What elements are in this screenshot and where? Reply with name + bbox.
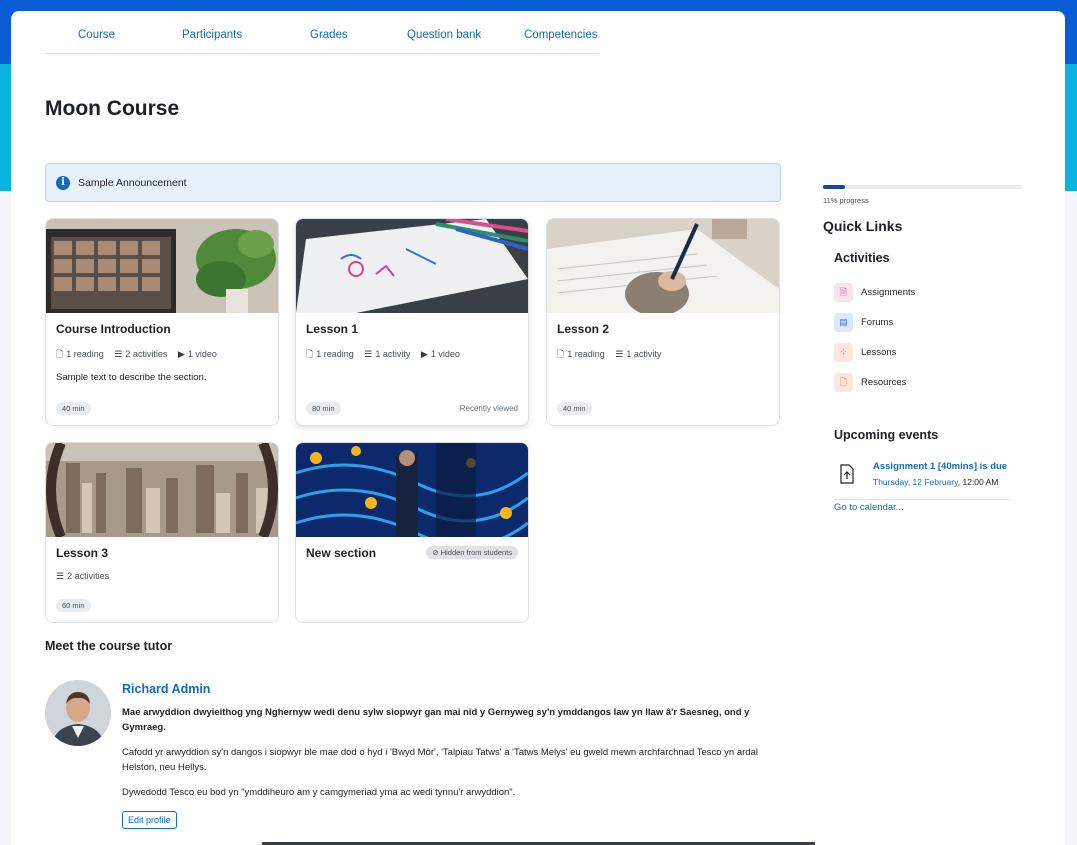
drawing-tablet-image [296,219,528,313]
event-date: Thursday, 12 February, 12:00 AM [873,477,999,487]
nav-participants[interactable]: Participants [182,29,242,41]
recently-viewed-label: Recently viewed [459,404,518,413]
city-aerial-image [46,443,278,537]
nav-question-bank[interactable]: Question bank [407,29,481,41]
resource-icon: 🗋 [834,373,853,392]
info-icon: i [56,176,70,190]
divider [834,499,1011,500]
duration-badge: 80 min [306,402,341,415]
announcement-banner: i Sample Announcement [45,163,781,202]
card-description: Sample text to describe the section. [56,372,207,383]
activities-title: Activities [834,251,890,265]
tutor-heading: Meet the course tutor [45,639,173,653]
lesson-icon: ⁘ [834,343,853,362]
video-icon: ▶ [420,349,428,359]
tutor-bio-paragraph-1: Cafodd yr arwyddion sy'n dangos i siopwy… [122,747,758,773]
assignment-icon: 🗎 [834,283,853,302]
course-progress-fill [823,185,845,189]
duration-badge: 40 min [56,402,91,415]
video-call-image [46,219,278,313]
avatar [45,680,111,746]
secondary-navigation: Course Participants Grades Question bank… [45,11,599,54]
go-to-calendar-link[interactable]: Go to calendar... [834,502,904,513]
tutor-bio-paragraph-2: Dywedodd Tesco eu bod yn "ymddiheuro am … [122,787,516,798]
duration-badge: 60 min [56,599,91,612]
card-title: Lesson 1 [306,322,359,336]
event-time: 12:00 AM [962,477,999,487]
section-card-lesson-2[interactable]: Lesson 2 🗋 1 reading ☰ 1 activity 40 min [546,218,780,426]
light-installation-image [296,443,528,537]
card-meta: 🗋 1 reading ☰ 2 activities ▶ 1 video [56,347,225,363]
card-title: Course Introduction [56,322,171,336]
edit-profile-button[interactable]: Edit profile [122,811,177,829]
forum-icon: ▤ [834,313,853,332]
page-title: Moon Course [45,97,180,120]
eye-slash-icon: ⊘ [432,548,441,557]
section-card-lesson-1[interactable]: Lesson 1 🗋 1 reading ☰ 1 activity ▶ 1 video… [295,218,529,426]
activities-icon: ☰ [364,349,373,359]
activities-icon: ☰ [114,349,123,359]
section-card-course-introduction[interactable]: Course Introduction 🗋 1 reading ☰ 2 activi… [45,218,279,426]
nav-course[interactable]: Course [78,29,115,41]
upcoming-events-title: Upcoming events [834,428,939,442]
card-title: Lesson 2 [557,322,610,336]
card-title: Lesson 3 [56,546,109,560]
activities-icon: ☰ [56,571,65,581]
quick-links-title: Quick Links [823,218,903,234]
card-meta: 🗋 1 reading ☰ 1 activity [557,347,669,363]
reading-icon: 🗋 [306,349,314,359]
tutor-name-link[interactable]: Richard Admin [122,682,210,696]
event-date-link[interactable]: Thursday, 12 February [873,477,958,487]
course-progress-bar [823,185,1022,189]
progress-text: 11% progress [823,196,869,205]
card-title: New section [306,546,377,560]
nav-competencies[interactable]: Competencies [524,29,598,41]
writing-image [547,219,779,313]
video-icon: ▶ [177,349,185,359]
course-page: Course Participants Grades Question bank… [11,11,1065,845]
reading-icon: 🗋 [56,349,64,359]
section-card-new-section[interactable]: New section ⊘ Hidden from students [295,442,529,623]
activities-icon: ☰ [615,349,624,359]
nav-grades[interactable]: Grades [310,29,348,41]
card-meta: 🗋 1 reading ☰ 1 activity ▶ 1 video [306,347,468,363]
tutor-bio-bold: Mae arwyddion dwyieithog yng Nghernyw we… [122,707,750,733]
card-meta: ☰ 2 activities [56,571,110,581]
reading-icon: 🗋 [557,349,565,359]
section-card-lesson-3[interactable]: Lesson 3 ☰ 2 activities 60 min [45,442,279,623]
event-link[interactable]: Assignment 1 [40mins] is due [873,461,1007,472]
hidden-from-students-badge: ⊘ Hidden from students [426,546,518,559]
assignment-upload-icon [840,464,854,484]
duration-badge: 40 min [557,402,592,415]
announcement-text: Sample Announcement [78,177,187,189]
